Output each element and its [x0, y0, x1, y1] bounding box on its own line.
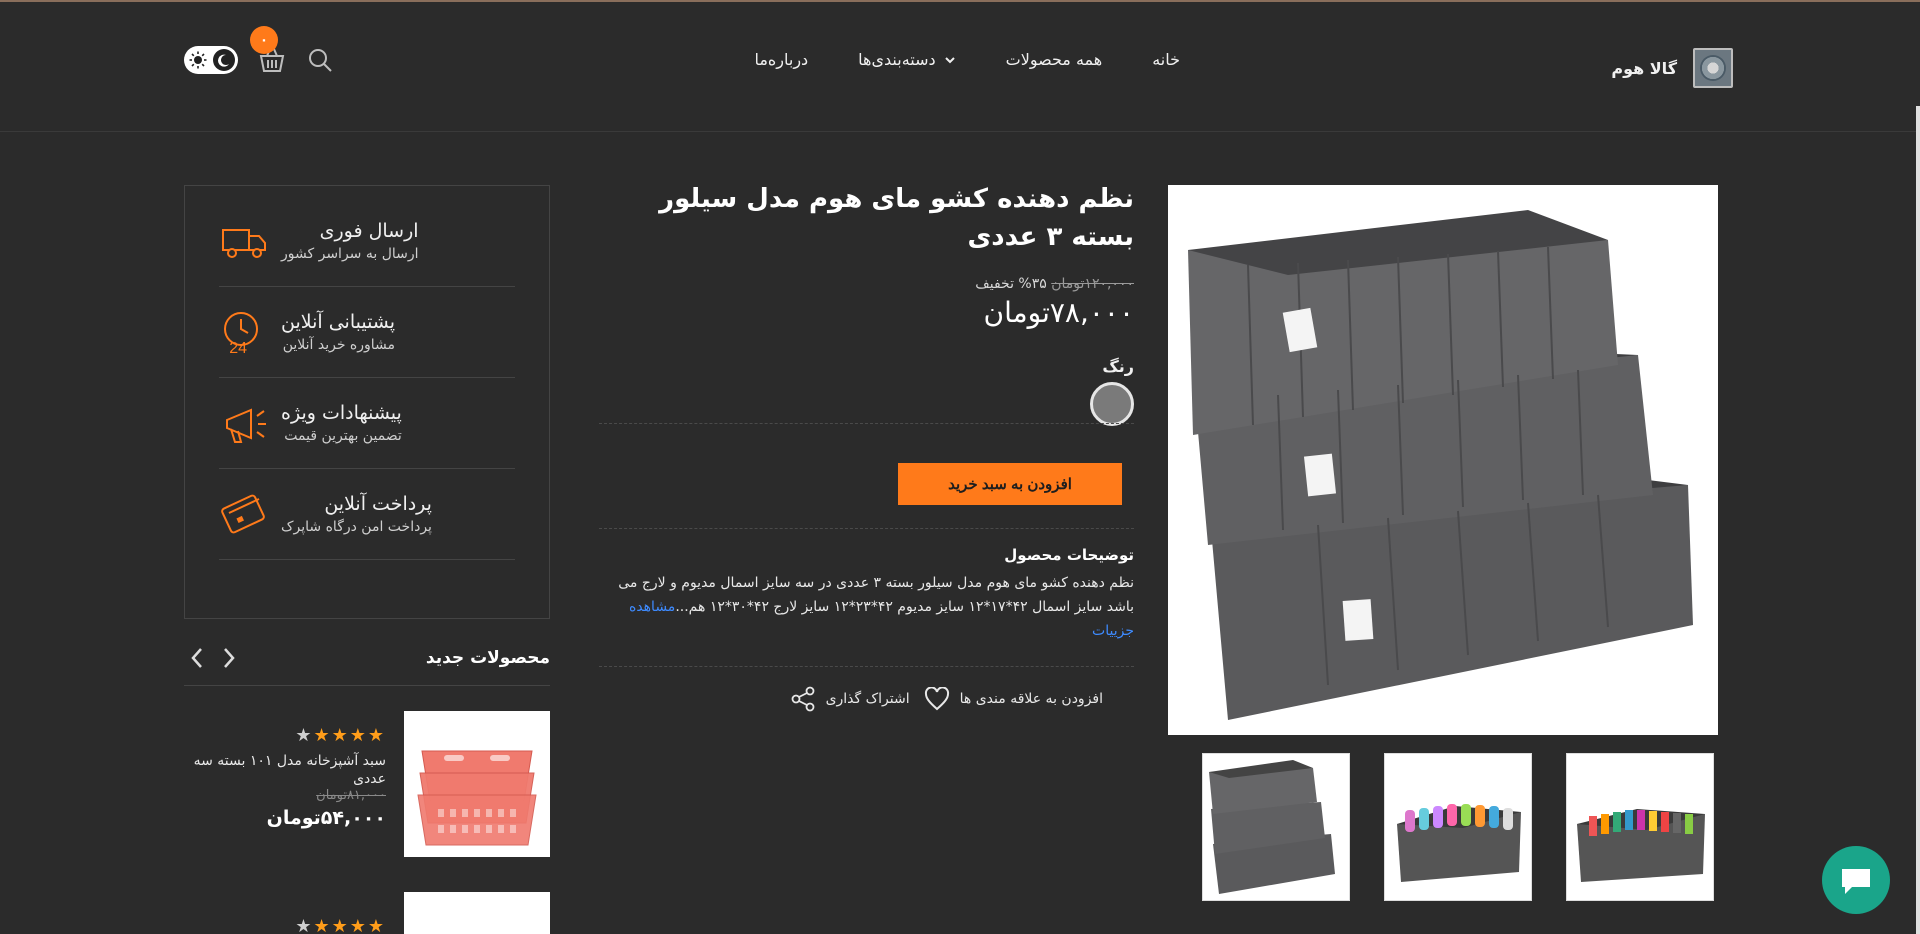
features-box: ارسال فوری ارسال به سراسر کشور 24 پشتیبا… [184, 185, 550, 619]
thumbnail-2[interactable] [1384, 753, 1532, 901]
feature-online-payment: پرداخت آنلاین پرداخت امن درگاه شاپرک [219, 469, 515, 560]
product-price: ۷۸,۰۰۰تومان [983, 296, 1134, 329]
theme-toggle[interactable] [184, 46, 238, 74]
page-scrollbar[interactable] [1916, 106, 1920, 934]
search-icon [309, 49, 332, 72]
heart-icon [924, 687, 949, 711]
header-actions: ۰ [184, 26, 334, 74]
new-product-image-partial[interactable] [404, 892, 550, 934]
new-product-image[interactable] [404, 711, 550, 857]
new-products-title: محصولات جدید [425, 648, 550, 668]
divider-1 [599, 423, 1134, 424]
nav-all-products[interactable]: همه محصولات [1006, 50, 1103, 69]
color-swatch-gray[interactable] [1090, 382, 1134, 426]
nav-categories-label: دسته‌بندی‌ها [858, 50, 936, 69]
wishlist-label: افزودن به علاقه مندی ها [959, 691, 1103, 707]
feature-title: ارسال فوری [319, 220, 419, 242]
description-body: نظم دهنده کشو مای هوم مدل سیلور بسته ۳ ع… [618, 575, 1134, 615]
share-label: اشتراک گذاری [825, 691, 910, 707]
megaphone-icon [226, 408, 266, 443]
clock-24-icon: 24 [224, 312, 258, 357]
thumbnail-strip [1202, 753, 1714, 901]
nav-home[interactable]: خانه [1152, 50, 1180, 69]
drawer-organizer-image [1168, 185, 1718, 735]
feature-title: پیشنهادات ویژه [281, 402, 402, 424]
add-to-cart-button[interactable]: افزودن به سبد خرید [898, 463, 1122, 505]
discount-label: ۳۵% تخفیف [975, 276, 1047, 292]
feature-title: پرداخت آنلاین [324, 493, 432, 515]
chevron-left-icon[interactable] [188, 646, 206, 670]
feature-subtitle: تضمین بهترین قیمت [284, 428, 402, 444]
feature-fast-shipping: ارسال فوری ارسال به سراسر کشور [219, 196, 515, 287]
old-price-row: ۱۲۰,۰۰۰تومان ۳۵% تخفیف [599, 276, 1134, 292]
feature-title: پشتیبانی آنلاین [281, 311, 396, 333]
feature-subtitle: ارسال به سراسر کشور [281, 246, 419, 262]
new-product-name[interactable]: سبد آشپزخانه مدل ۱۰۱ بسته سه عددی [186, 752, 386, 788]
star-rating: ★★★★★ [295, 725, 386, 746]
thumbnail-3[interactable] [1202, 753, 1350, 901]
cart-button[interactable]: ۰ [250, 26, 286, 74]
main-nav: خانه همه محصولات دسته‌بندی‌ها درباره‌ما [754, 50, 1180, 69]
nav-about[interactable]: درباره‌ما [754, 50, 808, 69]
new-product-card-partial[interactable]: ★★★★★ [184, 892, 550, 934]
site-header: گالا هوم خانه همه محصولات دسته‌بندی‌ها د… [0, 2, 1920, 132]
product-info: نظم دهنده کشو مای هوم مدل سیلور بسته ۳ ع… [599, 180, 1134, 426]
feature-subtitle: پرداخت امن درگاه شاپرک [281, 519, 432, 535]
share-icon [791, 686, 814, 712]
wishlist-button[interactable]: افزودن به علاقه مندی ها [924, 687, 1103, 711]
share-button[interactable]: اشتراک گذاری [790, 686, 910, 712]
feature-subtitle: مشاوره خرید آنلاین [282, 337, 396, 353]
chevron-right-icon[interactable] [220, 646, 238, 670]
divider-3 [599, 666, 1134, 667]
feature-online-support: 24 پشتیبانی آنلاین مشاوره خرید آنلاین [219, 287, 515, 378]
toggle-knob [213, 49, 235, 71]
moon-icon [218, 54, 229, 67]
new-products-header: محصولات جدید [184, 646, 550, 686]
color-label: رنگ [1102, 357, 1134, 376]
thumbnail-1[interactable] [1566, 753, 1714, 901]
new-product-info: ★★★★★ سبد آشپزخانه مدل ۱۰۱ بسته سه عددی … [186, 725, 386, 829]
description-title: توضیحات محصول [1004, 546, 1134, 564]
logo-image [1693, 48, 1733, 88]
chat-icon [1842, 869, 1870, 894]
product-main-image[interactable] [1168, 185, 1718, 735]
sun-icon [189, 51, 207, 69]
new-product-card[interactable]: ★★★★★ سبد آشپزخانه مدل ۱۰۱ بسته سه عددی … [184, 711, 550, 859]
chevron-down-icon [944, 56, 955, 63]
brand-logo[interactable]: گالا هوم [1611, 48, 1733, 88]
old-price: ۱۲۰,۰۰۰تومان [1051, 276, 1134, 292]
star-rating-partial: ★★★★★ [295, 916, 386, 934]
brand-name: گالا هوم [1611, 58, 1677, 78]
new-product-price: ۵۴,۰۰۰تومان [266, 807, 386, 829]
carousel-arrows [188, 646, 238, 670]
credit-card-icon [221, 494, 265, 534]
chat-button[interactable] [1822, 846, 1890, 914]
nav-categories[interactable]: دسته‌بندی‌ها [858, 50, 955, 69]
svg-text:24: 24 [229, 340, 247, 357]
product-title: نظم دهنده کشو مای هوم مدل سیلور بسته ۳ ع… [659, 184, 1134, 252]
new-product-old-price: ۸۱,۰۰۰تومان [316, 788, 386, 803]
divider-2 [599, 528, 1134, 529]
search-button[interactable] [306, 46, 334, 74]
truck-icon [222, 229, 266, 258]
feature-special-offers: پیشنهادات ویژه تضمین بهترین قیمت [219, 378, 515, 469]
cart-count-badge: ۰ [250, 26, 278, 54]
share-row: اشتراک گذاری افزودن به علاقه مندی ها [790, 686, 1127, 712]
description-text: نظم دهنده کشو مای هوم مدل سیلور بسته ۳ ع… [594, 571, 1134, 643]
